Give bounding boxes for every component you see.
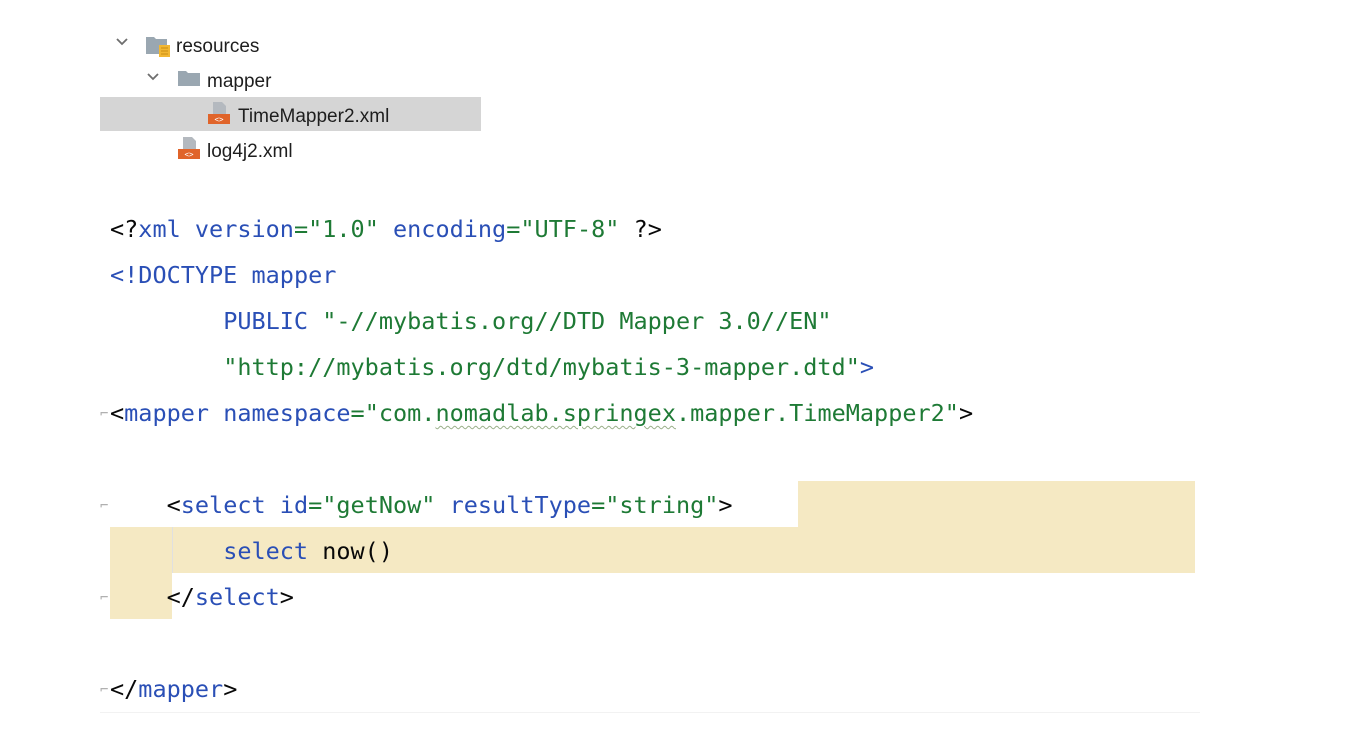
- token: <?: [110, 215, 139, 243]
- token: =: [506, 215, 521, 243]
- token: mapper: [124, 399, 210, 427]
- token: id: [279, 491, 309, 519]
- xml-file-icon: <>: [208, 102, 230, 124]
- token: select: [194, 583, 280, 611]
- token: "1.0": [308, 215, 379, 243]
- token: <: [110, 399, 125, 427]
- resources-folder-icon: [146, 37, 170, 57]
- fold-marker-icon[interactable]: ⌐: [100, 405, 108, 423]
- chevron-down-icon[interactable]: [146, 70, 160, 84]
- token: nomadlab.springex: [435, 399, 676, 427]
- svg-text:<>: <>: [214, 115, 224, 124]
- token: "UTF-8": [520, 215, 620, 243]
- svg-text:<>: <>: [184, 150, 194, 159]
- chevron-down-icon[interactable]: [115, 35, 129, 49]
- token: =: [591, 491, 606, 519]
- folder-icon: [178, 71, 200, 86]
- token: "http://mybatis.org/dtd/mybatis-3-mapper…: [223, 353, 860, 381]
- token: <!: [110, 261, 139, 289]
- xml-file-icon: <>: [178, 137, 200, 159]
- token: "-//mybatis.org//DTD Mapper 3.0//EN": [322, 307, 832, 335]
- editor-divider: [100, 712, 1200, 713]
- token: >: [718, 491, 733, 519]
- code-line-4: "http://mybatis.org/dtd/mybatis-3-mapper…: [110, 352, 874, 382]
- token: mapper: [138, 675, 224, 703]
- token: </: [166, 583, 195, 611]
- token: =: [350, 399, 365, 427]
- project-tree: resources mapper <> TimeMapper2.xml <> l…: [0, 0, 1364, 180]
- code-line-9: </mapper>: [110, 674, 237, 704]
- token: encoding: [393, 215, 507, 243]
- token: resultType: [449, 491, 592, 519]
- code-line-3: PUBLIC "-//mybatis.org//DTD Mapper 3.0//…: [110, 306, 832, 336]
- fold-marker-icon[interactable]: ⌐: [100, 589, 108, 607]
- token: select: [223, 537, 309, 565]
- token: select: [180, 491, 266, 519]
- token: .mapper.TimeMapper2": [675, 399, 959, 427]
- token: </: [110, 675, 139, 703]
- token: "string": [605, 491, 719, 519]
- fold-marker-icon[interactable]: ⌐: [100, 497, 108, 515]
- token: =: [293, 215, 309, 243]
- code-line-8: </select>: [110, 582, 294, 612]
- scope-highlight-line6: [798, 481, 1195, 527]
- token: xml: [138, 215, 181, 243]
- token: >: [223, 675, 238, 703]
- code-line-6: <select id="getNow" resultType="string">: [110, 490, 733, 520]
- token: DOCTYPE: [138, 261, 238, 289]
- token: mapper: [251, 261, 337, 289]
- code-editor[interactable]: ⌐ ⌐ ⌐ ⌐ <?xml version="1.0" encoding="UT…: [100, 200, 1200, 720]
- token: PUBLIC: [223, 307, 309, 335]
- code-line-1: <?xml version="1.0" encoding="UTF-8" ?>: [110, 214, 662, 244]
- token: >: [279, 583, 294, 611]
- token: "getNow": [322, 491, 436, 519]
- tree-label-log4j2-xml: log4j2.xml: [207, 141, 293, 162]
- token: ?>: [633, 215, 662, 243]
- token: >: [859, 353, 875, 381]
- token: >: [958, 399, 974, 427]
- code-line-5: <mapper namespace="com.nomadlab.springex…: [110, 398, 973, 428]
- tree-label-timemapper2-xml: TimeMapper2.xml: [238, 106, 390, 127]
- tree-label-mapper: mapper: [207, 71, 272, 92]
- token: now(): [322, 537, 393, 565]
- token: "com.: [364, 399, 436, 427]
- code-line-2: <!DOCTYPE mapper: [110, 260, 336, 290]
- token: <: [166, 491, 181, 519]
- fold-marker-icon[interactable]: ⌐: [100, 681, 108, 699]
- token: namespace: [223, 399, 351, 427]
- code-line-7: select now(): [110, 536, 393, 566]
- tree-label-resources: resources: [176, 36, 260, 57]
- token: version: [194, 215, 294, 243]
- token: =: [308, 491, 323, 519]
